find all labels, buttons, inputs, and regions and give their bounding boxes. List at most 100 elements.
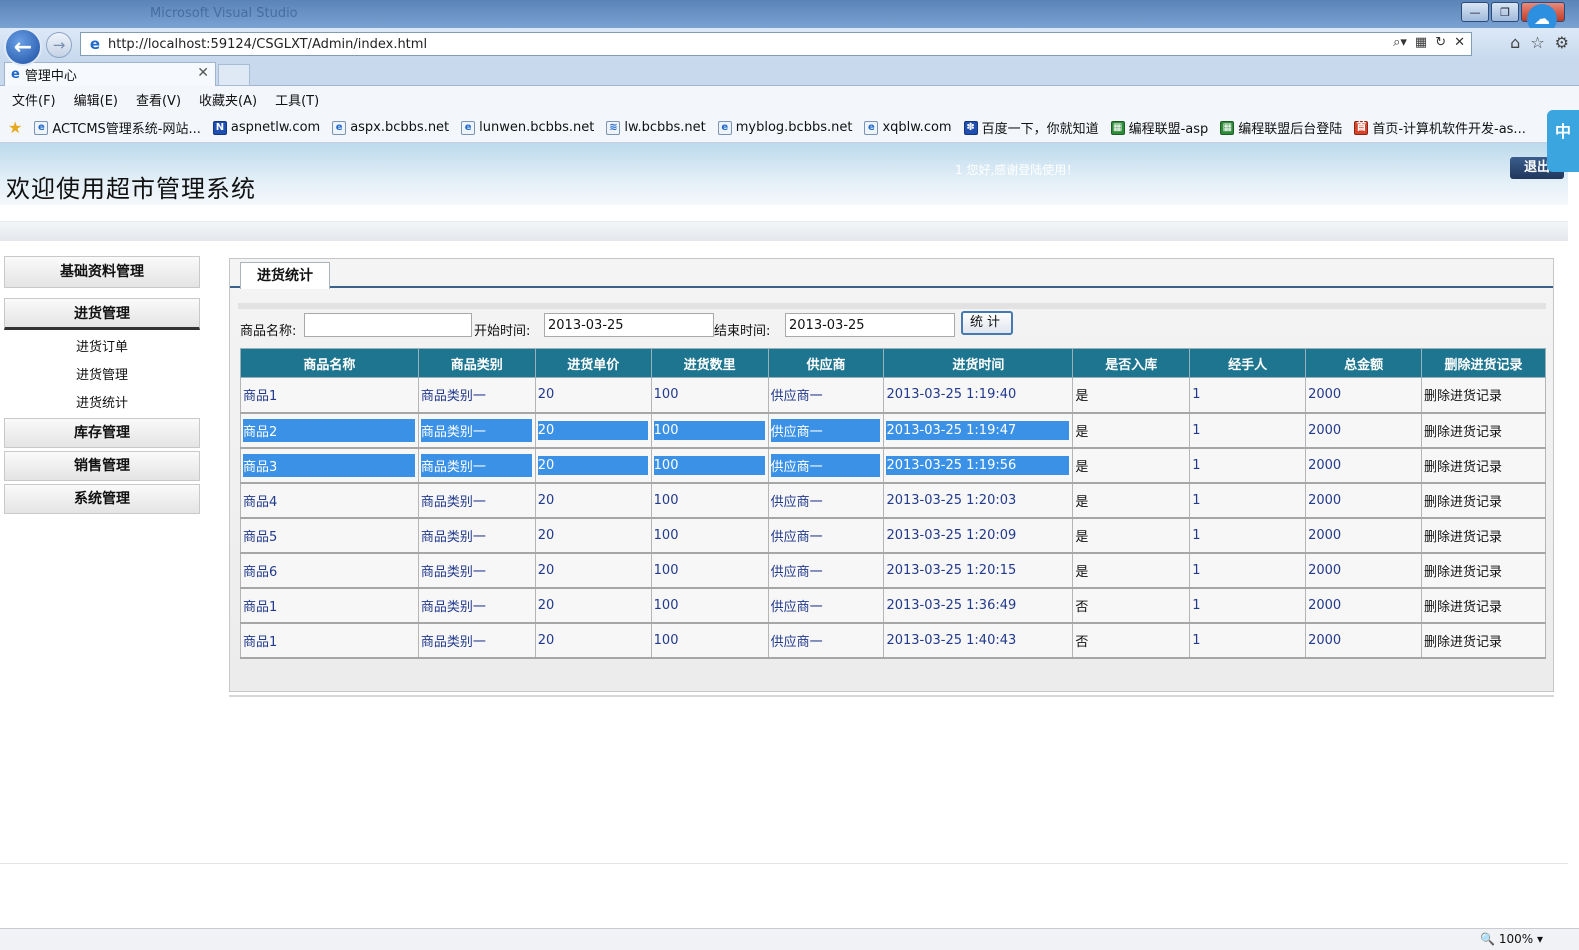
cell-quantity: 100 [650, 587, 769, 624]
table-row[interactable]: 商品6 商品类别一 20 100 供应商一 2013-03-25 1:20:15 是 1 200… [240, 552, 1546, 589]
cell-handler: 1 [1189, 412, 1307, 449]
menu-favorites[interactable]: 收藏夹(A) [199, 90, 257, 109]
sidebar-group-basic-data[interactable]: 基础资料管理 [4, 256, 200, 288]
menu-file[interactable]: 文件(F) [12, 90, 56, 109]
site-icon: N [212, 120, 227, 135]
cell-supplier: 供应商一 [767, 482, 885, 519]
end-time-input[interactable] [785, 313, 955, 337]
ie-page-icon: e [864, 120, 879, 135]
column-header: 进货时间 [883, 348, 1074, 378]
search-form: 商品名称: 开始时间: 结束时间: 统计 [238, 311, 1548, 341]
ie-page-icon: e [717, 120, 732, 135]
favorites-star-icon[interactable]: ☆ [1530, 33, 1544, 52]
statistics-button[interactable]: 统计 [961, 311, 1013, 335]
table-row[interactable]: 商品4 商品类别一 20 100 供应商一 2013-03-25 1:20:03 是 1 200… [240, 482, 1546, 519]
zoom-level[interactable]: 🔍 100% ▾ [1480, 932, 1543, 946]
forward-arrow-icon[interactable]: → [46, 32, 72, 58]
product-name-label: 商品名称: [240, 324, 297, 339]
cell-unit-price: 20 [534, 552, 652, 589]
table-row[interactable]: 商品1 商品类别一 20 100 供应商一 2013-03-25 1:36:49 否 1 200… [240, 587, 1546, 624]
cell-unit-price: 20 [534, 622, 652, 659]
tab-purchase-stats[interactable]: 进货统计 [240, 262, 330, 289]
favorite-link[interactable]: e xqblw.com [864, 120, 952, 135]
sidebar-item-purchase-stats[interactable]: 进货统计 [4, 390, 200, 418]
sidebar-group-system[interactable]: 系统管理 [4, 484, 200, 514]
product-name-input[interactable] [304, 313, 472, 337]
menu-edit[interactable]: 编辑(E) [74, 90, 118, 109]
address-url[interactable]: http://localhost:59124/CSGLXT/Admin/inde… [108, 37, 427, 52]
column-header: 是否入库 [1072, 348, 1191, 378]
maximize-icon[interactable]: ❐ [1491, 2, 1519, 22]
cell-product-name: 商品5 [240, 517, 419, 554]
favorite-link[interactable]: ▦ 编程联盟-asp [1110, 118, 1208, 137]
cell-total: 2000 [1305, 482, 1423, 519]
delete-record-link[interactable]: 删除进货记录 [1421, 412, 1546, 449]
cell-category: 商品类别一 [417, 447, 536, 484]
favorite-link[interactable]: e aspx.bcbbs.net [332, 120, 449, 135]
cell-stored: 是 [1072, 377, 1191, 414]
favorites-star-icon[interactable]: ★ [8, 118, 22, 137]
cell-total: 2000 [1305, 447, 1423, 484]
cell-supplier: 供应商一 [767, 517, 885, 554]
favorite-link[interactable]: 首首页-计算机软件开发-as... [1354, 118, 1526, 137]
sidebar: 基础资料管理 进货管理 进货订单 进货管理 进货统计 库存管理 销售管理 系统管… [4, 256, 200, 517]
cell-unit-price: 20 [534, 482, 652, 519]
cell-handler: 1 [1189, 587, 1307, 624]
menu-view[interactable]: 查看(V) [136, 90, 181, 109]
column-header: 删除进货记录 [1421, 348, 1546, 378]
start-time-input[interactable] [544, 313, 714, 337]
table-row[interactable]: 商品1 商品类别一 20 100 供应商一 2013-03-25 1:19:40 是 1 200… [240, 377, 1546, 414]
table-row[interactable]: 商品5 商品类别一 20 100 供应商一 2013-03-25 1:20:09 是 1 200… [240, 517, 1546, 554]
minimize-icon[interactable]: — [1461, 2, 1489, 22]
ie-page-icon: e [89, 35, 101, 53]
refresh-icon[interactable]: ↻ [1435, 35, 1446, 50]
table-row[interactable]: 商品2 商品类别一 20 100 供应商一 2013-03-25 1:19:47 是 1 200… [240, 412, 1546, 449]
sidebar-item-purchase-manage[interactable]: 进货管理 [4, 362, 200, 390]
cell-stored: 是 [1072, 412, 1191, 449]
close-tab-icon[interactable]: ✕ [197, 65, 209, 81]
favorites-bar: ★ e ACTCMS管理系统-网站... Naspnetlw.com e aspx.… [0, 113, 1579, 143]
input-method-icon[interactable]: 中 [1547, 110, 1579, 172]
cell-supplier: 供应商一 [767, 622, 885, 659]
back-arrow-icon[interactable]: ← [4, 28, 42, 66]
cell-quantity: 100 [650, 412, 769, 449]
cell-quantity: 100 [650, 517, 769, 554]
compat-view-icon[interactable]: ▦ [1415, 35, 1427, 50]
address-bar[interactable]: e http://localhost:59124/CSGLXT/Admin/in… [80, 32, 1472, 56]
delete-record-link[interactable]: 删除进货记录 [1421, 587, 1546, 624]
favorite-link[interactable]: ▦ 编程联盟后台登陆 [1220, 118, 1342, 137]
home-icon[interactable]: ⌂ [1510, 33, 1520, 52]
delete-record-link[interactable]: 删除进货记录 [1421, 447, 1546, 484]
sidebar-item-purchase-order[interactable]: 进货订单 [4, 334, 200, 362]
cell-purchase-time: 2013-03-25 1:19:40 [883, 377, 1074, 414]
gear-icon[interactable]: ⚙ [1555, 33, 1569, 52]
cell-purchase-time: 2013-03-25 1:20:09 [883, 517, 1074, 554]
delete-record-link[interactable]: 删除进货记录 [1421, 517, 1546, 554]
cell-purchase-time: 2013-03-25 1:40:43 [883, 622, 1074, 659]
delete-record-link[interactable]: 删除进货记录 [1421, 377, 1546, 414]
table-row[interactable]: 商品1 商品类别一 20 100 供应商一 2013-03-25 1:40:43 否 1 200… [240, 622, 1546, 659]
delete-record-link[interactable]: 删除进货记录 [1421, 552, 1546, 589]
table-row[interactable]: 商品3 商品类别一 20 100 供应商一 2013-03-25 1:19:56 是 1 200… [240, 447, 1546, 484]
new-tab-button[interactable] [218, 64, 250, 86]
sidebar-group-sales[interactable]: 销售管理 [4, 451, 200, 481]
sidebar-group-purchase[interactable]: 进货管理 [4, 298, 200, 330]
sidebar-group-inventory[interactable]: 库存管理 [4, 418, 200, 448]
favorite-link[interactable]: e ACTCMS管理系统-网站... [34, 118, 201, 137]
delete-record-link[interactable]: 删除进货记录 [1421, 482, 1546, 519]
search-icon[interactable]: ⌕▾ [1393, 35, 1407, 50]
favorite-link[interactable]: e myblog.bcbbs.net [717, 120, 852, 135]
favorite-link[interactable]: ✽ 百度一下，你就知道 [963, 118, 1099, 137]
cell-category: 商品类别一 [417, 377, 536, 414]
cell-quantity: 100 [650, 622, 769, 659]
delete-record-link[interactable]: 删除进货记录 [1421, 622, 1546, 659]
column-header: 商品类别 [417, 348, 536, 378]
browser-tab[interactable]: e 管理中心 ✕ [4, 62, 216, 86]
stop-icon[interactable]: ✕ [1454, 35, 1465, 50]
favorite-link[interactable]: Naspnetlw.com [212, 120, 320, 135]
cell-handler: 1 [1189, 517, 1307, 554]
favorite-link[interactable]: e lunwen.bcbbs.net [461, 120, 594, 135]
favorite-link[interactable]: ≋ lw.bcbbs.net [606, 120, 706, 135]
menu-tools[interactable]: 工具(T) [275, 90, 319, 109]
cell-purchase-time: 2013-03-25 1:36:49 [883, 587, 1074, 624]
